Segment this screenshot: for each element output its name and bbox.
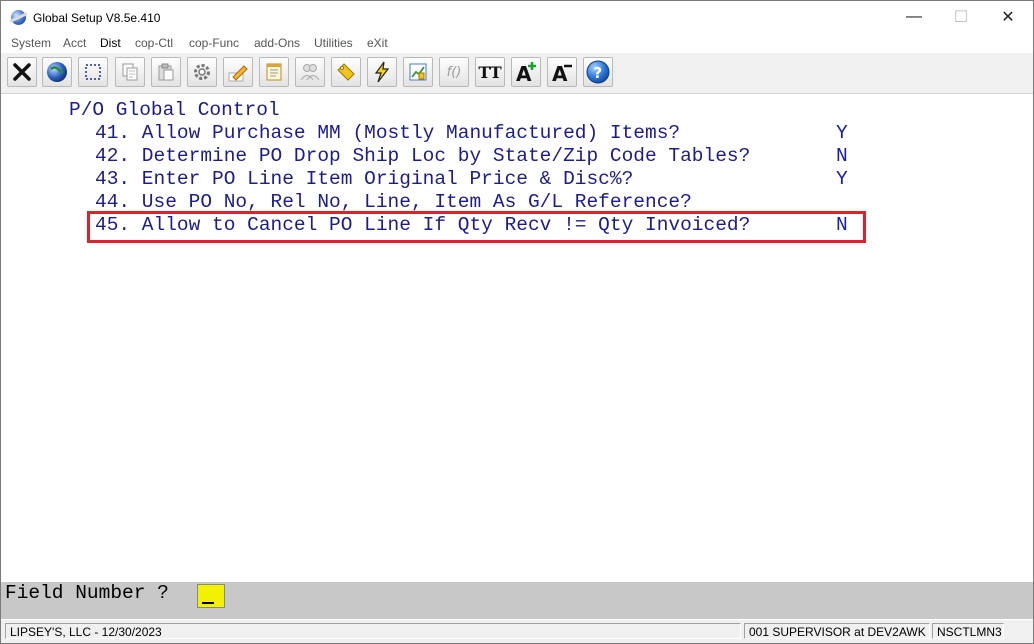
- field-number-input[interactable]: [197, 584, 225, 608]
- edit-pencil-icon[interactable]: [223, 57, 253, 87]
- function-icon[interactable]: f(): [439, 57, 469, 87]
- close-x-icon[interactable]: [7, 57, 37, 87]
- key-tag-icon[interactable]: [331, 57, 361, 87]
- menu-cop-ctl[interactable]: cop-Ctl: [135, 36, 173, 50]
- field-45-highlight: [87, 211, 866, 243]
- menu-utilities[interactable]: Utilities: [314, 36, 353, 50]
- menu-bar: System Acct Dist cop-Ctl cop-Func add-On…: [1, 33, 1033, 53]
- settings-gear-icon[interactable]: [187, 57, 217, 87]
- status-bar: LIPSEY'S, LLC - 12/30/2023 001 SUPERVISO…: [1, 620, 1033, 643]
- svg-text:?: ?: [594, 64, 603, 82]
- field-number-prompt: Field Number ?: [5, 582, 169, 604]
- window-title: Global Setup V8.5e.410: [33, 11, 161, 25]
- notepad-icon[interactable]: [259, 57, 289, 87]
- paste-icon[interactable]: [151, 57, 181, 87]
- status-program: NSCTLMN3: [932, 623, 1004, 639]
- globe-icon[interactable]: [42, 57, 72, 87]
- select-rect-icon[interactable]: [78, 57, 108, 87]
- help-icon[interactable]: ?: [583, 57, 613, 87]
- menu-exit[interactable]: eXit: [367, 36, 388, 50]
- tt-glyph: TT: [478, 62, 502, 82]
- lightning-icon[interactable]: [367, 57, 397, 87]
- minimize-button[interactable]: —: [891, 1, 937, 33]
- field-41-label: 41. Allow Purchase MM (Mostly Manufactur…: [95, 122, 681, 144]
- menu-dist[interactable]: Dist: [100, 36, 121, 50]
- menu-add-ons[interactable]: add-Ons: [254, 36, 300, 50]
- field-42-label: 42. Determine PO Drop Ship Loc by State/…: [95, 145, 751, 167]
- fx-glyph: f(): [446, 64, 462, 80]
- field-43-value[interactable]: Y: [836, 168, 848, 190]
- menu-acct[interactable]: Acct: [63, 36, 86, 50]
- app-globe-icon: [11, 10, 26, 25]
- field-44-label: 44. Use PO No, Rel No, Line, Item As G/L…: [95, 191, 692, 213]
- text-format-icon[interactable]: TT: [475, 57, 505, 87]
- close-button[interactable]: ✕: [985, 1, 1031, 33]
- font-increase-icon[interactable]: A: [511, 57, 541, 87]
- status-company: LIPSEY'S, LLC - 12/30/2023: [5, 623, 741, 639]
- menu-cop-func[interactable]: cop-Func: [189, 36, 239, 50]
- menu-system[interactable]: System: [11, 36, 51, 50]
- field-41-value[interactable]: Y: [836, 122, 848, 144]
- text-cursor: [202, 602, 214, 604]
- status-user: 001 SUPERVISOR at DEV2AWK: [744, 623, 930, 639]
- prompt-bar: Field Number ?: [1, 582, 1033, 619]
- screen-heading: P/O Global Control: [69, 99, 280, 121]
- terminal-screen: P/O Global Control 41. Allow Purchase MM…: [1, 94, 1033, 582]
- font-decrease-icon[interactable]: A: [547, 57, 577, 87]
- chart-icon[interactable]: [403, 57, 433, 87]
- field-42-value[interactable]: N: [836, 145, 848, 167]
- users-icon[interactable]: [295, 57, 325, 87]
- maximize-button[interactable]: ☐: [938, 1, 984, 33]
- title-bar: Global Setup V8.5e.410 — ☐ ✕: [1, 1, 1033, 33]
- toolbar: f() TT A A ?: [1, 53, 1033, 94]
- field-43-label: 43. Enter PO Line Item Original Price & …: [95, 168, 634, 190]
- copy-icon[interactable]: [115, 57, 145, 87]
- app-window: Global Setup V8.5e.410 — ☐ ✕ System Acct…: [0, 0, 1034, 644]
